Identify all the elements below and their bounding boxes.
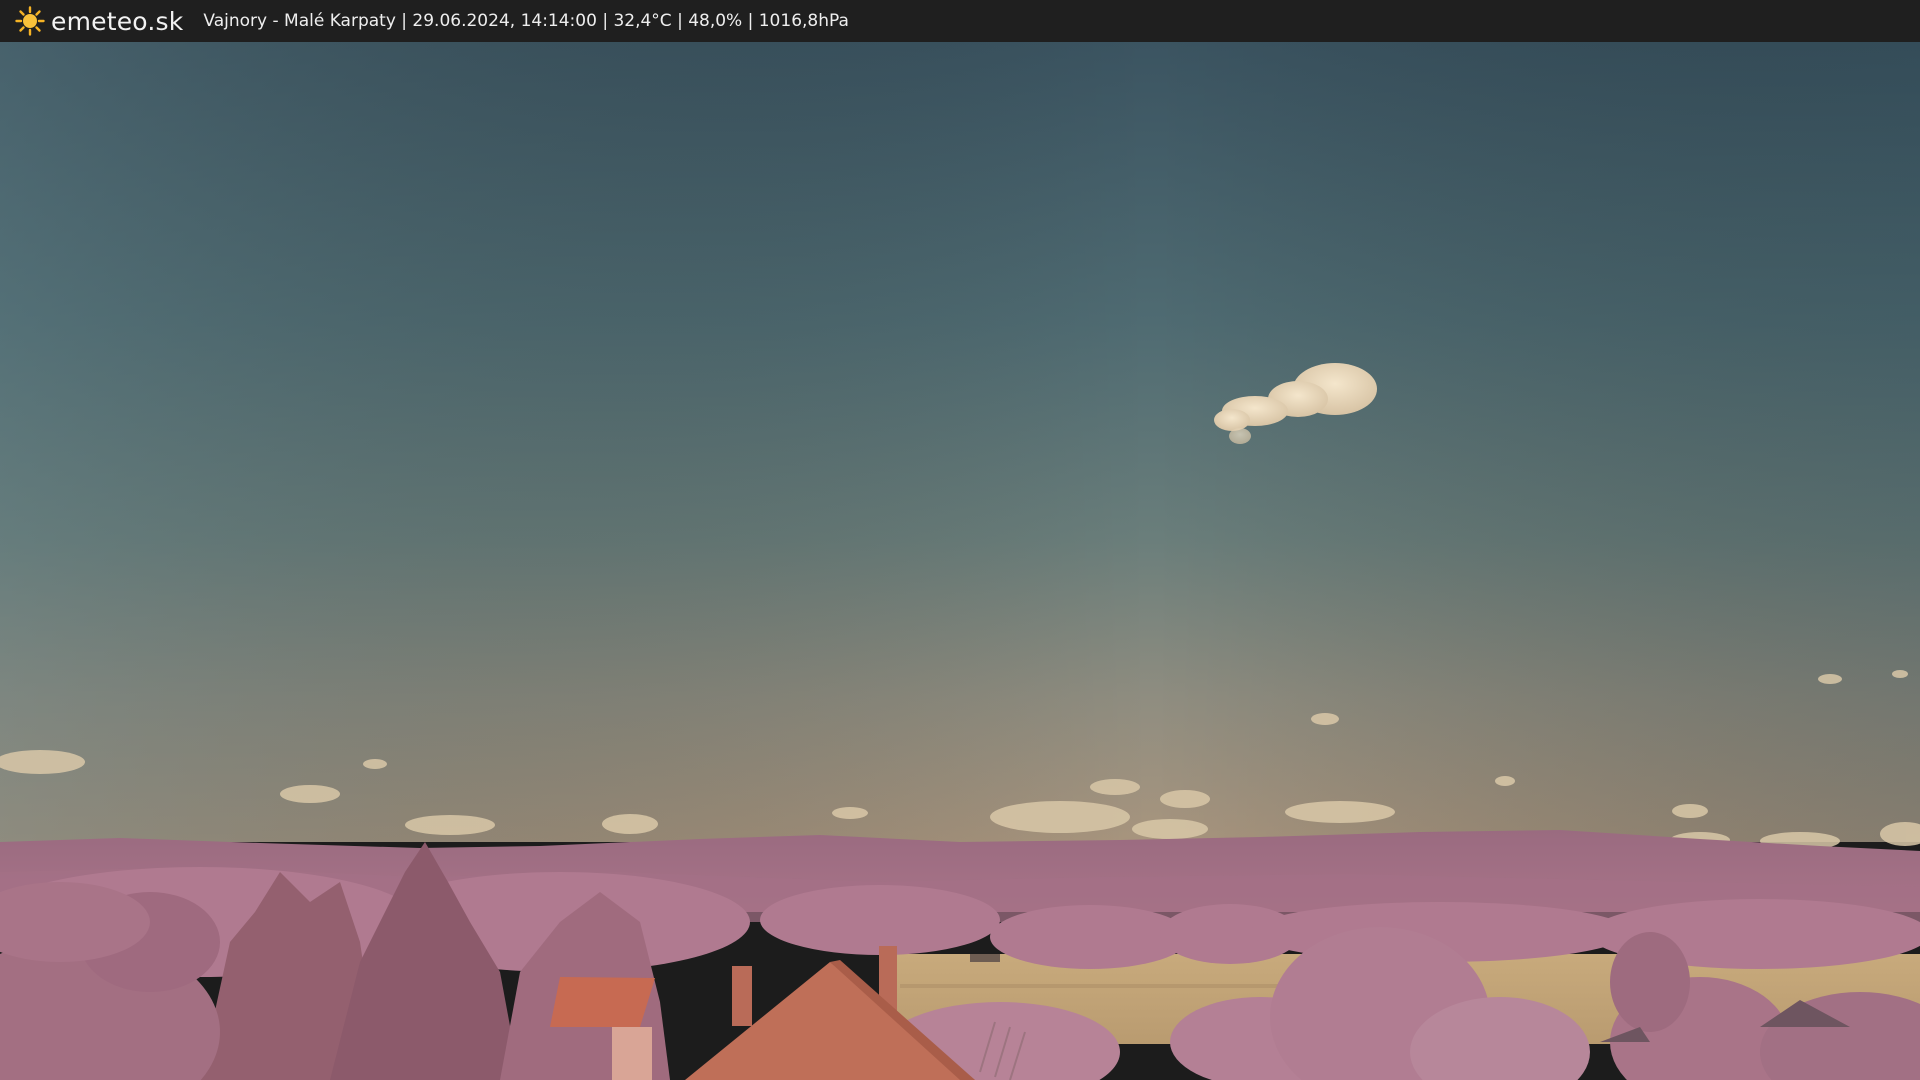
sun-icon	[15, 6, 45, 36]
weather-caption: Vajnory - Malé Karpaty | 29.06.2024, 14:…	[203, 11, 849, 31]
webcam-frame: emeteo.sk Vajnory - Malé Karpaty | 29.06…	[0, 0, 1920, 1080]
webcam-overlay-bar: emeteo.sk Vajnory - Malé Karpaty | 29.06…	[0, 0, 1920, 42]
webcam-image	[0, 42, 1920, 1080]
site-logo-text: emeteo.sk	[51, 6, 184, 36]
